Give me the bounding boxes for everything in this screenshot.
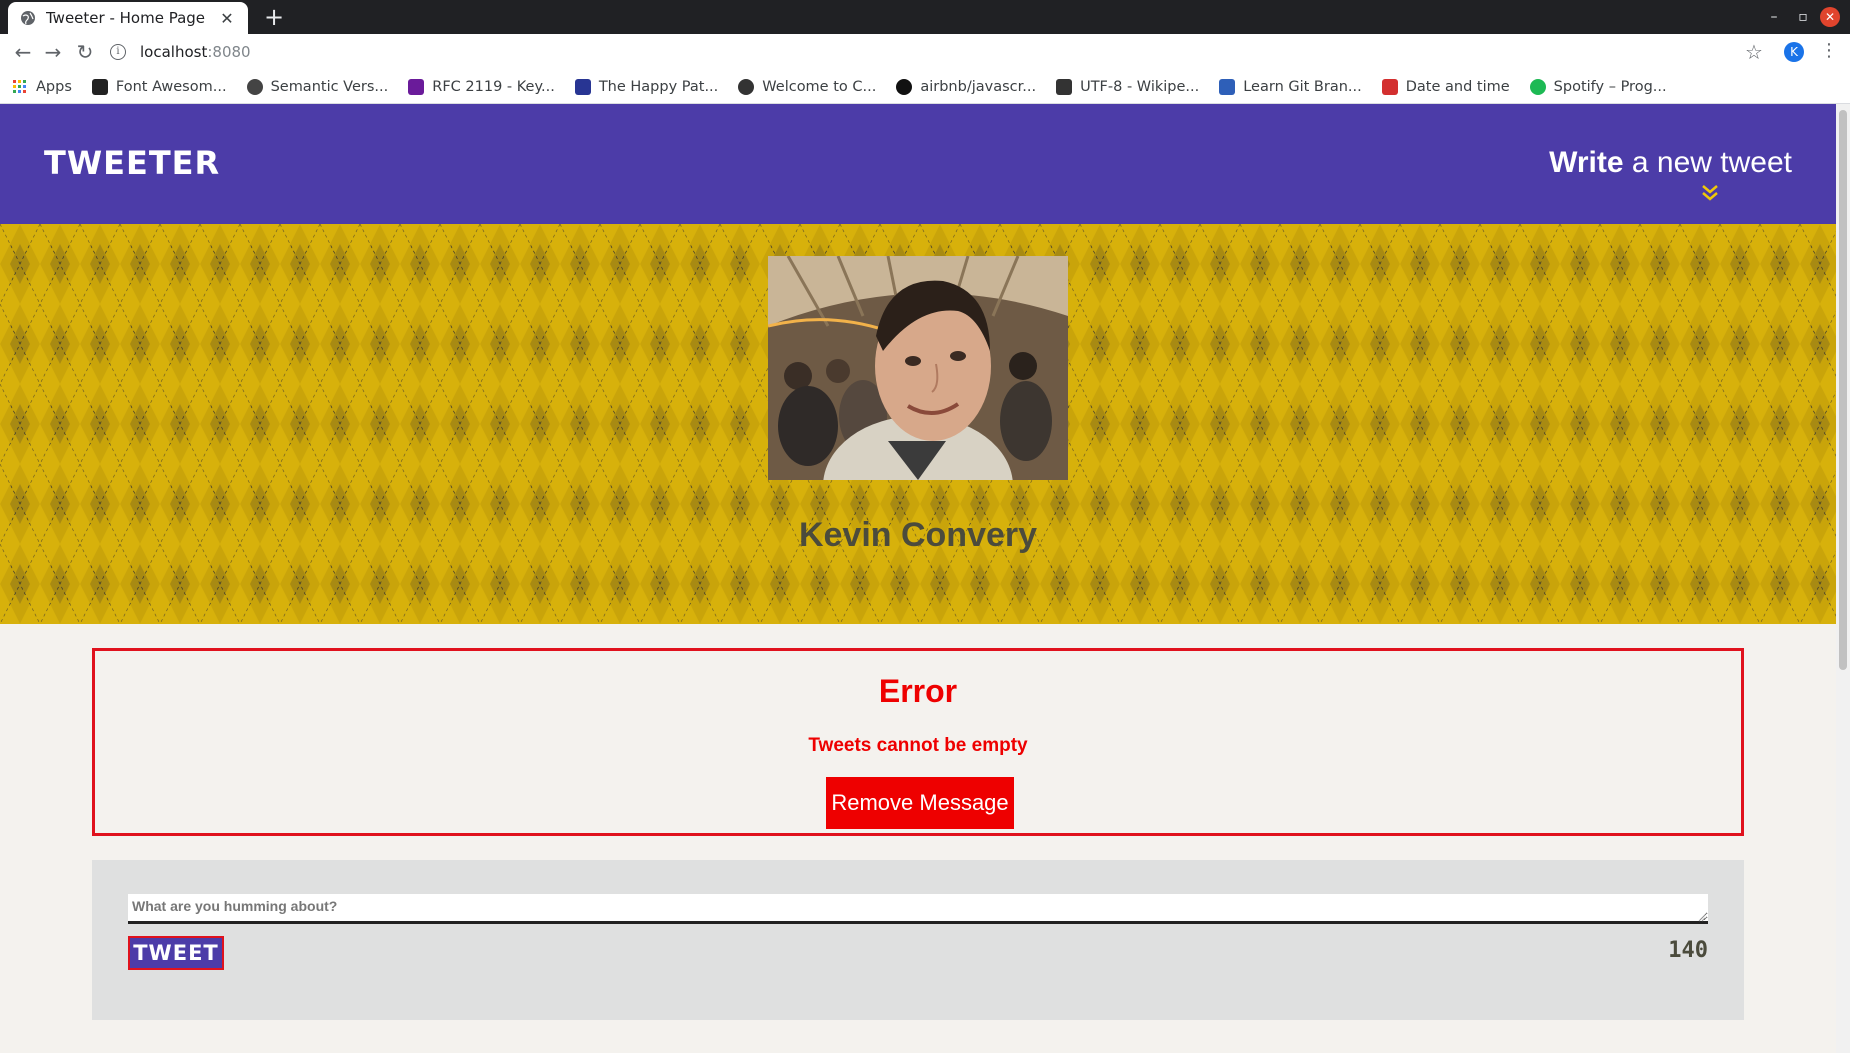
minimize-icon[interactable]: – xyxy=(1762,5,1786,29)
bookmark-label: Apps xyxy=(36,78,72,95)
address-bar[interactable]: i localhost:8080 xyxy=(110,37,1750,67)
info-icon[interactable]: i xyxy=(110,44,126,60)
tab-title: Tweeter - Home Page xyxy=(46,9,206,27)
flag-icon xyxy=(91,78,108,95)
compose-toggle[interactable]: Write a new tweet xyxy=(1549,146,1792,180)
rfc-icon xyxy=(408,78,425,95)
bookmark-label: Spotify – Prog... xyxy=(1553,78,1667,95)
bookmark-item[interactable]: Date and time xyxy=(1381,78,1510,95)
tweet-textarea[interactable] xyxy=(128,894,1708,924)
bookmark-item[interactable]: Font Awesom... xyxy=(91,78,227,95)
date-icon xyxy=(1381,78,1398,95)
new-tweet-form: TWEET 140 xyxy=(92,860,1744,1020)
bookmark-label: Learn Git Bran... xyxy=(1243,78,1362,95)
bookmarks-bar: Apps Font Awesom... Semantic Vers... RFC 21… xyxy=(0,70,1850,104)
tab-close-icon[interactable]: ✕ xyxy=(218,9,236,28)
profile-name: Kevin Convery xyxy=(798,516,1038,554)
bookmark-label: Font Awesom... xyxy=(115,78,227,95)
error-title: Error xyxy=(878,673,958,709)
bookmark-star-icon[interactable]: ☆ xyxy=(1745,40,1763,64)
bookmark-item[interactable]: Welcome to C... xyxy=(738,78,877,95)
bookmark-item[interactable]: Learn Git Bran... xyxy=(1219,78,1362,95)
bookmark-item[interactable]: The Happy Pat... xyxy=(574,78,719,95)
github-icon xyxy=(896,78,913,95)
bookmark-item[interactable]: Apps xyxy=(12,79,72,95)
compass-icon xyxy=(738,78,755,95)
bookmark-label: Semantic Vers... xyxy=(270,78,389,95)
browser-tab-bar: Tweeter - Home Page ✕ + – ▫ ✕ xyxy=(0,0,1850,34)
resize-grip-icon[interactable] xyxy=(1698,914,1706,922)
forward-arrow-icon[interactable]: → xyxy=(40,40,66,64)
double-chevron-down-icon[interactable] xyxy=(1700,184,1720,202)
bookmark-item[interactable]: UTF-8 - Wikipe... xyxy=(1056,78,1200,95)
profile-banner: Kevin Convery xyxy=(0,224,1836,624)
tweet-submit-button[interactable]: TWEET xyxy=(128,936,224,970)
url-port: :8080 xyxy=(207,43,251,61)
restore-icon[interactable]: ▫ xyxy=(1791,5,1815,29)
bookmark-label: Date and time xyxy=(1405,78,1510,95)
profile-avatar-photo xyxy=(768,256,1068,480)
compose-strong-text: Write xyxy=(1549,146,1624,179)
remove-message-button[interactable]: Remove Message xyxy=(826,777,1014,829)
wikipedia-icon xyxy=(1056,78,1073,95)
reload-icon[interactable]: ↻ xyxy=(72,40,98,64)
bookmark-label: Welcome to C... xyxy=(762,78,877,95)
globe-icon xyxy=(21,11,35,25)
scrollbar-thumb[interactable] xyxy=(1839,110,1847,670)
brand-logo[interactable]: TWEETER xyxy=(44,144,220,182)
portrait-image xyxy=(768,256,1068,480)
git-icon xyxy=(1219,78,1236,95)
back-arrow-icon[interactable]: ← xyxy=(10,40,36,64)
apps-grid-icon xyxy=(12,79,28,95)
url-host: localhost xyxy=(140,43,208,61)
browser-toolbar: ← → ↻ i localhost:8080 ☆ K ⋮ xyxy=(0,34,1850,70)
site-header: TWEETER Write a new tweet xyxy=(0,104,1836,224)
bookmark-item[interactable]: Semantic Vers... xyxy=(246,78,389,95)
menu-kebab-icon[interactable]: ⋮ xyxy=(1820,40,1838,61)
new-tab-button[interactable]: + xyxy=(260,4,288,30)
bookmark-label: airbnb/javascr... xyxy=(920,78,1037,95)
page-scrollbar[interactable] xyxy=(1836,104,1850,1053)
profile-avatar[interactable]: K xyxy=(1784,42,1804,62)
bookmark-label: UTF-8 - Wikipe... xyxy=(1080,78,1200,95)
error-message-box: Error Tweets cannot be empty Remove Mess… xyxy=(92,648,1744,836)
bookmark-item[interactable]: Spotify – Prog... xyxy=(1529,78,1667,95)
moon-icon xyxy=(574,78,591,95)
bookmark-label: The Happy Pat... xyxy=(598,78,719,95)
bookmark-item[interactable]: RFC 2119 - Key... xyxy=(408,78,555,95)
window-close-icon[interactable]: ✕ xyxy=(1820,7,1840,27)
compose-rest-text: a new tweet xyxy=(1623,146,1792,179)
globe-icon xyxy=(246,78,263,95)
char-counter: 140 xyxy=(1668,938,1708,963)
error-text: Tweets cannot be empty xyxy=(808,735,1028,756)
page-viewport: TWEETER Write a new tweet Kevin Convery … xyxy=(0,104,1836,1053)
spotify-icon xyxy=(1529,78,1546,95)
bookmark-label: RFC 2119 - Key... xyxy=(432,78,555,95)
browser-tab[interactable]: Tweeter - Home Page ✕ xyxy=(8,2,248,34)
bookmark-item[interactable]: airbnb/javascr... xyxy=(896,78,1037,95)
